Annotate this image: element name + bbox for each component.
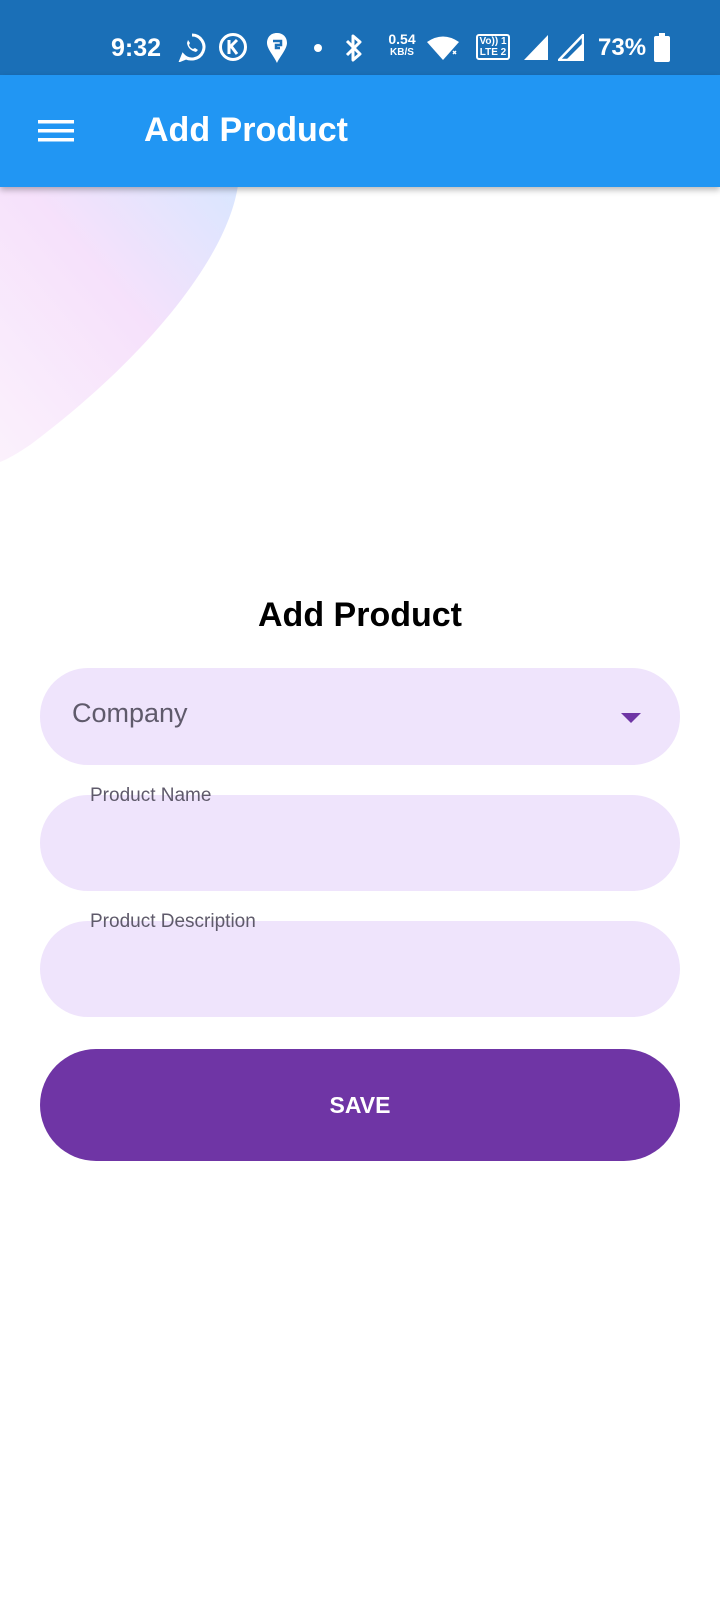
dropdown-arrow-icon [621, 713, 641, 723]
net-speed: 0.54 KB/S [382, 31, 422, 59]
app-bar: Add Product [0, 75, 720, 187]
battery-percent: 73% [598, 34, 647, 61]
product-description-field[interactable] [40, 921, 680, 1017]
volte-icon: Vo)) 1 LTE 2 [476, 34, 510, 60]
product-name-field[interactable] [40, 795, 680, 891]
status-bar: 9:32 0.54 KB/S Vo)) 1 LTE 2 73% [0, 0, 720, 75]
form-title: Add Product [258, 596, 462, 634]
signal-icon [558, 34, 584, 61]
app-bar-title: Add Product [144, 111, 348, 149]
signal-icon [524, 35, 548, 60]
product-description-label: Product Description [90, 911, 256, 932]
net-speed-value: 0.54 [388, 31, 416, 47]
company-dropdown[interactable]: Company [40, 668, 680, 765]
product-name-label: Product Name [90, 785, 212, 806]
bluetooth-icon [345, 34, 362, 62]
volte-top: Vo)) 1 [479, 36, 507, 47]
wifi-icon [427, 36, 459, 60]
k-app-icon [219, 33, 247, 61]
hamburger-menu-icon [38, 120, 74, 142]
swiggy-icon [267, 33, 287, 63]
whatsapp-icon [178, 33, 206, 62]
battery-icon [654, 33, 670, 62]
menu-button[interactable] [26, 103, 86, 159]
dot-icon [314, 44, 322, 52]
save-button[interactable]: SAVE [40, 1049, 680, 1161]
net-speed-unit: KB/S [390, 47, 414, 58]
decorative-blob [0, 185, 238, 462]
volte-bottom: LTE 2 [479, 47, 507, 58]
company-dropdown-value: Company [72, 698, 188, 728]
status-time: 9:32 [111, 34, 162, 62]
